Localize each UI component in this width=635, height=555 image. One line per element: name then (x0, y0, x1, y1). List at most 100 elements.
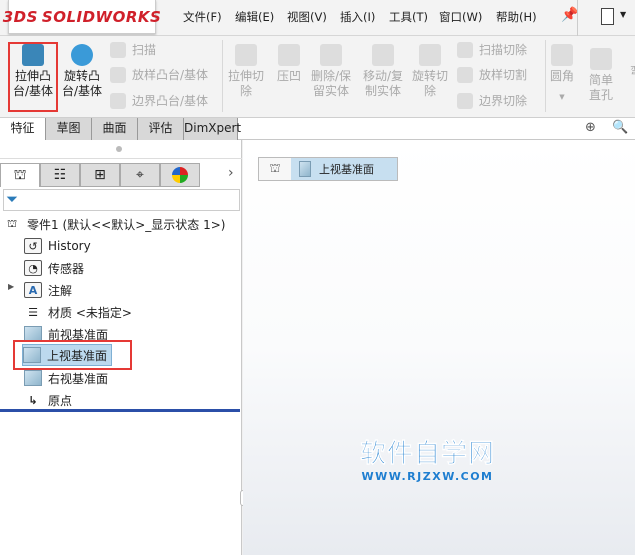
boundary-cut-icon (457, 92, 473, 109)
loft-cut-icon (457, 66, 473, 83)
plane-icon (24, 370, 42, 386)
indent-button[interactable]: 压凹 (272, 44, 306, 84)
sweep-cut-button[interactable]: 扫描切除 (457, 41, 527, 58)
fillet-button[interactable]: 圆角 ▼ (548, 44, 576, 105)
sweep-icon (110, 41, 126, 58)
command-tabs: 特征 草图 曲面 评估 DimXpert ⊕ 🔍 (0, 118, 635, 140)
chevron-right-icon[interactable]: › (228, 165, 234, 181)
move-body-icon (372, 44, 394, 66)
config-icon: ⊞ (94, 167, 106, 183)
label: 零件1 (默认<<默认>_显示状态 1>) (27, 217, 226, 232)
tab-displaymanager[interactable] (160, 163, 200, 187)
sweep-button[interactable]: 扫描 (110, 41, 156, 58)
sensor-folder-icon: ◔ (24, 260, 42, 276)
more-button[interactable]: 弯 (626, 64, 635, 79)
label: 边界凸台/基体 (132, 94, 209, 108)
loft-cut-button[interactable]: 放样切割 (457, 66, 527, 83)
fillet-icon (551, 44, 573, 66)
move-copy-body-button[interactable]: 移动/复制实体 (358, 44, 408, 99)
menu-edit[interactable]: 编辑(E) (235, 9, 274, 25)
filter-icon: ⏷ (6, 190, 19, 208)
panel-handle[interactable] (116, 146, 122, 152)
label: 注解 (48, 283, 73, 298)
tab-featuremanager[interactable]: ⛫ (0, 163, 40, 187)
revolve-boss-button[interactable]: 旋转凸台/基体 (59, 44, 105, 99)
feature-manager-panel: ⛫ ☷ ⊞ ⌖ › ⏷ ⛫ 零件1 (默认<<默认>_显示状态 1>) ↺ Hist… (0, 140, 242, 555)
revolve-cut-button[interactable]: 旋转切除 (410, 44, 450, 99)
tab-surfaces[interactable]: 曲面 (92, 118, 138, 140)
crosshair-icon: ⌖ (136, 167, 144, 183)
menu-file[interactable]: 文件(F) (183, 9, 222, 25)
chevron-down-icon[interactable]: ▼ (620, 10, 626, 19)
filter-bar[interactable]: ⏷ (3, 189, 240, 211)
label: 扫描 (132, 43, 157, 57)
menu-window[interactable]: 窗口(W) (439, 9, 482, 25)
menu-insert[interactable]: 插入(I) (340, 9, 375, 25)
label: 传感器 (48, 261, 85, 276)
boundary-boss-button[interactable]: 边界凸台/基体 (110, 92, 208, 109)
graphics-area[interactable]: ⛫ 上视基准面 软件自学网 WWW.RJZXW.COM (243, 140, 635, 555)
plane-icon (299, 161, 311, 177)
tab-dimxpertmanager[interactable]: ⌖ (120, 163, 160, 187)
menu-help[interactable]: 帮助(H) (496, 9, 537, 25)
menu-view[interactable]: 视图(V) (287, 9, 327, 25)
revolve-cut-icon (419, 44, 441, 66)
watermark-title: 软件自学网 (360, 439, 496, 470)
label: 材质 <未指定> (48, 305, 132, 320)
revolve-boss-icon (71, 44, 93, 66)
label: 压凹 (276, 69, 301, 83)
tab-evaluate[interactable]: 评估 (138, 118, 184, 140)
part-icon[interactable]: ⛫ (259, 158, 291, 180)
boundary-cut-button[interactable]: 边界切除 (457, 92, 527, 109)
zoom-to-fit-icon[interactable]: ⊕ (585, 120, 596, 135)
tree-item-sensors[interactable]: ◔ 传感器 (24, 257, 264, 279)
label: 右视基准面 (48, 371, 109, 386)
tab-configurationmanager[interactable]: ⊞ (80, 163, 120, 187)
label: 旋转切除 (412, 69, 449, 98)
breadcrumb-selected[interactable]: 上视基准面 (291, 158, 397, 180)
label: 拉伸切除 (228, 69, 265, 98)
label: 简单直孔 (588, 73, 613, 102)
part-icon: ⛫ (13, 166, 27, 183)
zoom-area-icon[interactable]: 🔍 (612, 120, 628, 135)
expand-arrow-icon[interactable]: ▶ (8, 282, 14, 291)
material-icon: ☰ (28, 305, 38, 319)
tab-dimxpert[interactable]: DimXpert (184, 118, 241, 140)
tree-root-part[interactable]: ⛫ 零件1 (默认<<默认>_显示状态 1>) (3, 213, 243, 235)
tree-item-origin[interactable]: ↳ 原点 (24, 389, 264, 411)
tab-propertymanager[interactable]: ☷ (40, 163, 80, 187)
tab-features[interactable]: 特征 (0, 118, 46, 140)
divider (0, 158, 242, 159)
extrude-cut-button[interactable]: 拉伸切除 (226, 44, 266, 99)
solidworks-logo[interactable]: 3DS SOLIDWORKS (3, 0, 161, 34)
new-document-icon[interactable] (601, 8, 614, 25)
tree-item-right-plane[interactable]: 右视基准面 (24, 367, 264, 389)
pin-icon[interactable]: 📌 (561, 7, 578, 23)
watermark: 软件自学网 WWW.RJZXW.COM (360, 433, 495, 483)
label: 原点 (48, 393, 73, 408)
label: 删除/保留实体 (310, 69, 352, 98)
part-icon: ⛫ (6, 216, 18, 230)
breadcrumb: ⛫ 上视基准面 (258, 157, 398, 181)
loft-boss-button[interactable]: 放样凸台/基体 (110, 66, 208, 83)
tree-item-top-plane[interactable]: 上视基准面 (22, 344, 112, 366)
history-folder-icon: ↺ (24, 238, 42, 254)
extrude-boss-icon (22, 44, 44, 66)
tree-item-material[interactable]: ☰ 材质 <未指定> (24, 301, 264, 323)
simple-hole-button[interactable]: 简单直孔 (580, 48, 622, 103)
chevron-down-icon[interactable]: ▼ (559, 90, 564, 105)
command-manager: 拉伸凸台/基体 旋转凸台/基体 扫描 放样凸台/基体 边界凸台/基体 拉伸切除 … (0, 36, 635, 118)
label: 边界切除 (479, 94, 528, 108)
tree-item-annotations[interactable]: A 注解 (24, 279, 264, 301)
title-bar: 3DS SOLIDWORKS 文件(F) 编辑(E) 视图(V) 插入(I) 工具… (0, 0, 635, 36)
label: 放样凸台/基体 (132, 68, 209, 82)
hole-icon (590, 48, 612, 70)
extrude-boss-button[interactable]: 拉伸凸台/基体 (10, 44, 56, 99)
list-icon: ☷ (53, 167, 67, 183)
rollback-bar[interactable] (0, 409, 240, 412)
menu-tools[interactable]: 工具(T) (389, 9, 428, 25)
tab-sketch[interactable]: 草图 (46, 118, 92, 140)
label: 拉伸凸台/基体 (12, 69, 54, 98)
tree-item-history[interactable]: ↺ History (24, 235, 264, 257)
delete-keep-body-button[interactable]: 删除/保留实体 (308, 44, 354, 99)
